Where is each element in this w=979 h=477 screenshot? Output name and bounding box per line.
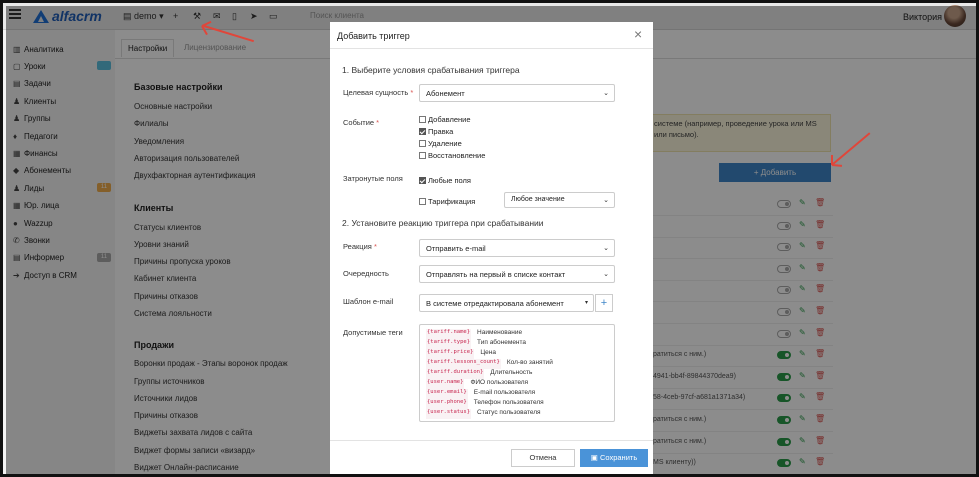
tags-list: {tariff.name} Наименование {tariff.type} Ти… (419, 324, 615, 422)
checkbox-icon (419, 198, 426, 205)
event-label: Событие * (343, 118, 380, 127)
checkbox-icon (419, 140, 426, 147)
tag-description: ФИО пользователя (470, 379, 529, 386)
tariff-label: Тарификация (428, 197, 476, 206)
template-label: Шаблон e-mail (343, 297, 394, 306)
event-checkbox[interactable]: Удаление (419, 139, 462, 148)
add-template-button[interactable]: + (595, 294, 613, 312)
chevron-down-icon: ⌄ (603, 271, 609, 278)
checkbox-icon (419, 116, 426, 123)
tag-description: Кол-во занятий (506, 359, 553, 366)
tag-description: E-mail пользователя (473, 389, 536, 396)
tag-code[interactable]: {user.name} (426, 379, 465, 389)
reaction-section-title: 2. Установите реакцию триггера при сраба… (342, 218, 544, 228)
event-label: Восстановление (428, 151, 486, 160)
tariff-value-select[interactable]: Любое значение ⌄ (504, 192, 615, 208)
event-label: Добавление (428, 115, 471, 124)
modal-title: Добавить триггер (337, 31, 410, 41)
tag-description: Цена (480, 349, 496, 356)
caret-down-icon: ▾ (584, 300, 588, 306)
tag-description: Длительность (490, 369, 533, 376)
checkbox-icon (419, 128, 426, 135)
tag-row: {tariff.lessons_count} Кол-во занятий (426, 359, 608, 369)
save-button[interactable]: ▣ Сохранить (580, 449, 648, 467)
tag-row: {user.email} E-mail пользователя (426, 389, 608, 399)
target-value: Абонемент (426, 89, 465, 98)
tag-code[interactable]: {user.email} (426, 389, 468, 399)
tag-row: {tariff.type} Тип абонемента (426, 339, 608, 349)
event-checkbox[interactable]: Добавление (419, 115, 471, 124)
tag-row: {user.status} Статус пользователя (426, 409, 608, 419)
template-value: В системе отредактировала абонемент (426, 299, 564, 308)
reaction-value: Отправить e-mail (426, 244, 486, 253)
tag-row: {user.phone} Телефон пользователя (426, 399, 608, 409)
tag-code[interactable]: {tariff.lessons_count} (426, 359, 501, 369)
event-label: Правка (428, 127, 454, 136)
tag-code[interactable]: {tariff.duration} (426, 369, 485, 379)
cancel-button[interactable]: Отмена (511, 449, 575, 467)
tag-description: Наименование (477, 329, 523, 336)
checkbox-icon (419, 177, 426, 184)
chevron-down-icon: ⌄ (603, 197, 609, 204)
chevron-down-icon: ⌄ (603, 90, 609, 97)
tariff-checkbox[interactable]: Тарификация (419, 197, 475, 206)
event-checkbox[interactable]: Правка (419, 127, 453, 136)
tag-code[interactable]: {tariff.type} (426, 339, 472, 349)
app-window: alfacrm ▤ demo ▾ + ⚒ ✉ ▯ ➤ ▭ Поиск клиен… (0, 0, 979, 477)
tag-code[interactable]: {tariff.name} (426, 329, 472, 339)
save-label: Сохранить (599, 453, 638, 462)
reaction-select[interactable]: Отправить e-mail ⌄ (419, 239, 615, 257)
order-label: Очередность (343, 269, 389, 278)
tag-description: Статус пользователя (477, 409, 541, 416)
checkbox-icon (419, 152, 426, 159)
chevron-down-icon: ⌄ (603, 245, 609, 252)
tags-label: Допустимые теги (343, 328, 403, 337)
tag-code[interactable]: {user.status} (426, 409, 472, 419)
add-trigger-modal: Добавить триггер × 1. Выберите условия с… (330, 22, 653, 474)
any-fields-label: Любые поля (428, 176, 471, 185)
save-icon: ▣ (590, 453, 598, 462)
any-fields-checkbox[interactable]: Любые поля (419, 176, 471, 185)
tag-row: {tariff.name} Наименование (426, 329, 608, 339)
tag-code[interactable]: {tariff.price} (426, 349, 475, 359)
fields-label: Затронутые поля (343, 174, 403, 183)
close-icon[interactable]: × (634, 27, 642, 41)
tag-row: {user.name} ФИО пользователя (426, 379, 608, 389)
order-value: Отправлять на первый в списке контакт (426, 270, 566, 279)
target-select[interactable]: Абонемент ⌄ (419, 84, 615, 102)
event-checkbox[interactable]: Восстановление (419, 151, 485, 160)
event-label: Удаление (428, 139, 462, 148)
reaction-label: Реакция * (343, 242, 377, 251)
conditions-section-title: 1. Выберите условия срабатывания триггер… (342, 65, 520, 75)
tariff-value: Любое значение (511, 196, 565, 203)
modal-header: Добавить триггер × (330, 22, 653, 49)
order-select[interactable]: Отправлять на первый в списке контакт ⌄ (419, 265, 615, 283)
tag-row: {tariff.duration} Длительность (426, 369, 608, 379)
tag-description: Тип абонемента (477, 339, 527, 346)
template-select[interactable]: В системе отредактировала абонемент ▾ (419, 294, 594, 312)
tag-row: {tariff.price} Цена (426, 349, 608, 359)
tag-description: Телефон пользователя (473, 399, 544, 406)
target-label: Целевая сущность * (343, 88, 414, 97)
tag-code[interactable]: {user.phone} (426, 399, 468, 409)
